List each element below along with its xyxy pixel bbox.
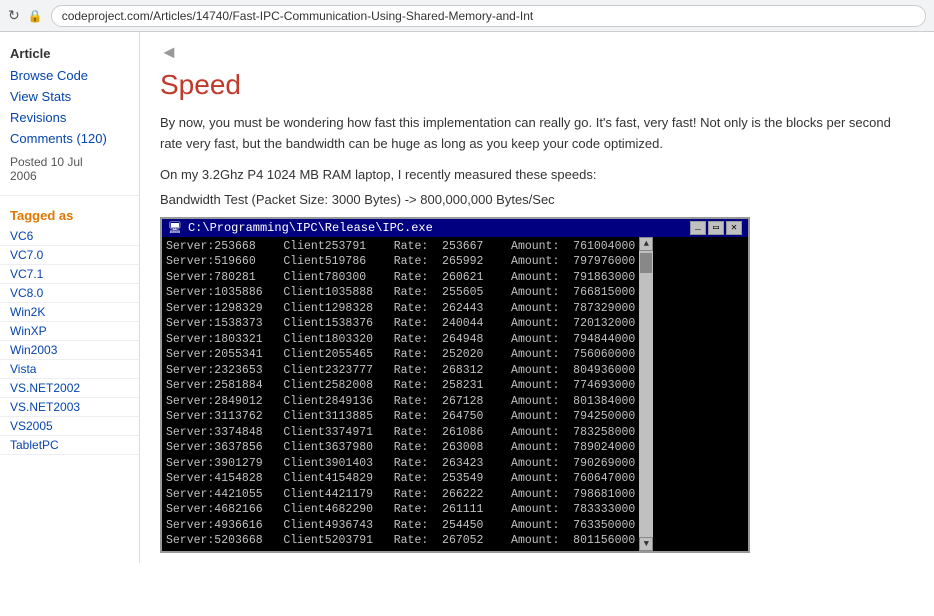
tag-vc80[interactable]: VC8.0: [0, 284, 139, 303]
tag-win2k[interactable]: Win2K: [0, 303, 139, 322]
page-title: Speed: [160, 69, 914, 101]
bandwidth-line: Bandwidth Test (Packet Size: 3000 Bytes)…: [160, 192, 914, 207]
sidebar-link-view-stats[interactable]: View Stats: [0, 86, 139, 107]
tag-tabletpc[interactable]: TabletPC: [0, 436, 139, 455]
sidebar-section-title: Article: [0, 40, 139, 65]
sidebar: Article Browse Code View Stats Revisions…: [0, 32, 140, 563]
page-layout: Article Browse Code View Stats Revisions…: [0, 32, 934, 563]
console-restore-button[interactable]: ▭: [708, 221, 724, 235]
intro-paragraph: By now, you must be wondering how fast t…: [160, 113, 914, 155]
console-buttons: _ ▭ ✕: [690, 221, 742, 235]
scrollbar-thumb[interactable]: [640, 253, 652, 273]
url-bar[interactable]: [51, 5, 926, 27]
console-body-area: Server:253668 Client253791 Rate: 253667 …: [162, 237, 748, 551]
console-close-button[interactable]: ✕: [726, 221, 742, 235]
main-content: ◄ Speed By now, you must be wondering ho…: [140, 32, 934, 563]
back-arrow[interactable]: ◄: [160, 42, 178, 63]
sidebar-link-revisions[interactable]: Revisions: [0, 107, 139, 128]
tag-vsnet2003[interactable]: VS.NET2003: [0, 398, 139, 417]
tag-vista[interactable]: Vista: [0, 360, 139, 379]
tag-winxp[interactable]: WinXP: [0, 322, 139, 341]
console-scrollbar[interactable]: ▲ ▼: [639, 237, 653, 551]
sidebar-link-comments[interactable]: Comments (120): [0, 128, 139, 149]
sidebar-divider: [0, 195, 139, 196]
console-icon: 🖥: [168, 221, 182, 235]
sidebar-posted: Posted 10 Jul 2006: [0, 149, 139, 189]
browser-bar: ↻ 🔒: [0, 0, 934, 32]
lock-icon: 🔒: [28, 9, 43, 23]
console-window: 🖥 C:\Programming\IPC\Release\IPC.exe _ ▭…: [160, 217, 750, 553]
tag-vc70[interactable]: VC7.0: [0, 246, 139, 265]
scrollbar-up[interactable]: ▲: [639, 237, 653, 251]
console-title: C:\Programming\IPC\Release\IPC.exe: [188, 221, 433, 235]
speed-line: On my 3.2Ghz P4 1024 MB RAM laptop, I re…: [160, 167, 914, 182]
reload-icon[interactable]: ↻: [8, 7, 20, 24]
console-minimize-button[interactable]: _: [690, 221, 706, 235]
scrollbar-down[interactable]: ▼: [639, 537, 653, 551]
tag-vc71[interactable]: VC7.1: [0, 265, 139, 284]
tagged-as-title: Tagged as: [0, 202, 139, 227]
tag-vs2005[interactable]: VS2005: [0, 417, 139, 436]
console-titlebar: 🖥 C:\Programming\IPC\Release\IPC.exe _ ▭…: [162, 219, 748, 237]
console-output: Server:253668 Client253791 Rate: 253667 …: [162, 237, 639, 551]
console-titlebar-left: 🖥 C:\Programming\IPC\Release\IPC.exe: [168, 221, 433, 235]
tag-win2003[interactable]: Win2003: [0, 341, 139, 360]
tag-vsnet2002[interactable]: VS.NET2002: [0, 379, 139, 398]
sidebar-link-browse-code[interactable]: Browse Code: [0, 65, 139, 86]
tag-vc6[interactable]: VC6: [0, 227, 139, 246]
